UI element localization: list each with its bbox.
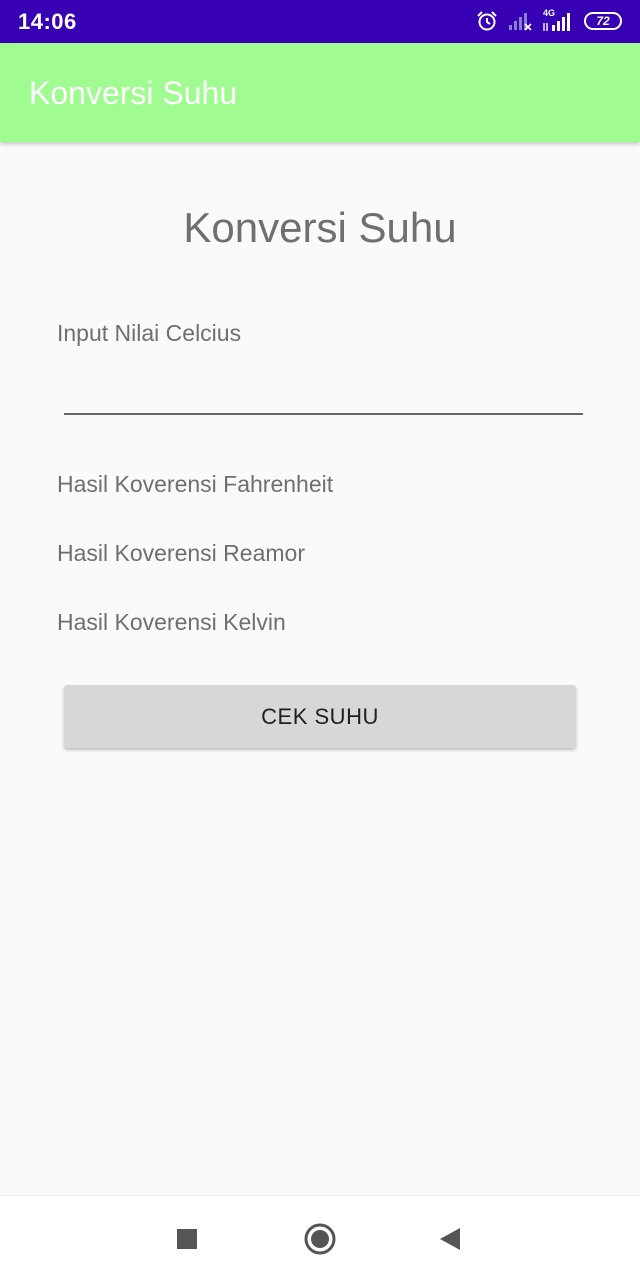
result-reamur: Hasil Koverensi Reamor	[57, 540, 305, 566]
home-circle-icon[interactable]	[303, 1222, 337, 1261]
cek-suhu-button[interactable]: CEK SUHU	[64, 685, 576, 748]
app-bar-title: Konversi Suhu	[29, 75, 238, 111]
celsius-input-label: Input Nilai Celcius	[57, 320, 242, 346]
signal-weak-icon	[508, 11, 532, 31]
status-icons: 4G 72	[476, 8, 622, 34]
app-bar: Konversi Suhu	[0, 43, 640, 142]
result-kelvin: Hasil Koverensi Kelvin	[57, 609, 286, 635]
network-type-label: 4G	[543, 8, 556, 18]
signal-4g-icon: 4G	[542, 8, 574, 32]
recents-square-icon[interactable]	[176, 1228, 198, 1255]
status-bar: 14:06 4G 72	[0, 0, 640, 43]
app-screen: 14:06 4G 72 Konversi Suhu Konversi Suhu …	[0, 0, 640, 1280]
result-fahrenheit: Hasil Koverensi Fahrenheit	[57, 471, 334, 497]
alarm-icon	[476, 10, 498, 32]
celsius-input[interactable]	[64, 360, 587, 412]
battery-level: 72	[596, 14, 610, 28]
battery-icon: 72	[584, 12, 622, 30]
back-triangle-icon[interactable]	[438, 1227, 462, 1256]
celsius-input-underline	[64, 413, 583, 415]
navigation-bar	[0, 1195, 640, 1280]
page-heading: Konversi Suhu	[183, 204, 457, 251]
status-time: 14:06	[18, 9, 77, 34]
